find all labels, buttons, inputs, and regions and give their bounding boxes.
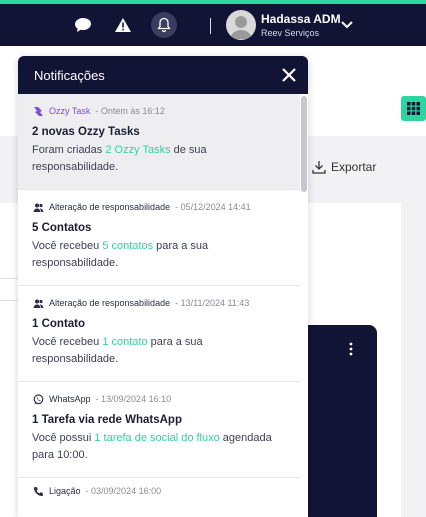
notification-item[interactable]: Ligação - 03/09/2024 16:00 <box>18 478 300 517</box>
notification-date: - 03/09/2024 16:00 <box>85 486 162 496</box>
ozzy-icon <box>32 105 44 117</box>
notification-body: Você possui 1 tarefa de social do fluxo … <box>32 432 272 461</box>
users-icon <box>32 201 44 213</box>
notification-item[interactable]: Alteração de responsabilidade - 05/12/20… <box>18 190 300 286</box>
notification-source: Alteração de responsabilidade <box>49 298 171 308</box>
notification-source: Alteração de responsabilidade <box>49 202 171 212</box>
phone-icon <box>32 485 44 497</box>
notification-link[interactable]: 2 Ozzy Tasks <box>105 144 170 156</box>
notification-source: Ligação <box>49 486 81 496</box>
notification-title: 2 novas Ozzy Tasks <box>32 126 140 138</box>
notification-item[interactable]: Alteração de responsabilidade - 13/11/20… <box>18 286 300 382</box>
notification-link[interactable]: 5 contatos <box>102 240 153 252</box>
header-divider <box>210 18 211 34</box>
notifications-panel: Notificações Ozzy Task - Ontem às 16:12 … <box>18 56 308 517</box>
user-company: Reev Serviços <box>261 28 320 38</box>
notification-link[interactable]: 1 tarefa de social do fluxo <box>94 432 219 444</box>
notifications-title: Notificações <box>34 67 105 83</box>
divider <box>0 278 18 279</box>
notifications-header: Notificações <box>18 56 308 94</box>
users-icon <box>32 297 44 309</box>
notification-date: - Ontem às 16:12 <box>95 106 165 116</box>
download-icon <box>312 161 326 174</box>
chat-icon[interactable] <box>70 12 96 38</box>
notification-title: 1 Contato <box>32 318 86 330</box>
notification-date: - 13/11/2024 11:43 <box>175 298 250 308</box>
notification-item[interactable]: WhatsApp - 13/09/2024 16:10 1 Tarefa via… <box>18 382 300 478</box>
notification-source: WhatsApp <box>49 394 91 404</box>
notification-title: 5 Contatos <box>32 222 92 234</box>
grid-icon <box>407 102 420 115</box>
top-navigation-bar: Hadassa ADM Reev Serviços <box>0 4 426 46</box>
chevron-down-icon[interactable] <box>340 17 354 35</box>
export-button[interactable]: Exportar <box>312 160 376 174</box>
close-icon[interactable] <box>279 65 299 85</box>
scrollbar[interactable] <box>300 94 308 517</box>
notification-body: Você recebeu 5 contatos para a sua respo… <box>32 240 209 269</box>
grid-view-button[interactable] <box>401 96 426 121</box>
whatsapp-icon <box>32 393 44 405</box>
bell-icon[interactable] <box>151 12 177 38</box>
export-label: Exportar <box>331 160 377 174</box>
notification-title: 1 Tarefa via rede WhatsApp <box>32 414 182 426</box>
notifications-list[interactable]: Ozzy Task - Ontem às 16:12 2 novas Ozzy … <box>18 94 308 517</box>
scrollbar-thumb[interactable] <box>301 96 307 192</box>
notification-link[interactable]: 1 contato <box>102 336 147 348</box>
notification-date: - 13/09/2024 16:10 <box>95 394 172 404</box>
user-name[interactable]: Hadassa ADM <box>261 12 341 26</box>
alert-icon[interactable] <box>110 12 136 38</box>
notification-body: Você recebeu 1 contato para a sua respon… <box>32 336 203 365</box>
divider <box>0 300 18 301</box>
notification-source: Ozzy Task <box>49 106 91 116</box>
notification-item[interactable]: Ozzy Task - Ontem às 16:12 2 novas Ozzy … <box>18 94 300 190</box>
avatar[interactable] <box>226 10 256 40</box>
notification-date: - 05/12/2024 14:41 <box>175 202 251 212</box>
more-options-icon[interactable] <box>348 342 354 361</box>
notification-body: Foram criadas 2 Ozzy Tasks de sua respon… <box>32 144 207 173</box>
